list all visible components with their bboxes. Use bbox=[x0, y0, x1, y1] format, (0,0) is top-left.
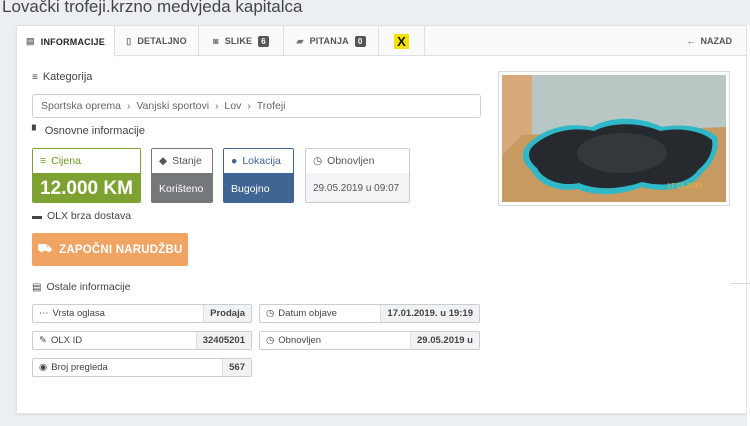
document-icon: ▯ bbox=[126, 35, 132, 46]
listing-photo[interactable]: 17 01 2019 bbox=[498, 71, 730, 206]
condition-box: ◆ Stanje Korišteno bbox=[151, 148, 213, 203]
tab-label: SLIKE bbox=[224, 36, 253, 46]
ad-type-row: ⋯ Vrsta oglasa Prodaja bbox=[32, 304, 252, 323]
start-order-button[interactable]: ⛟ ZAPOČNI NARUDŽBU bbox=[32, 233, 188, 266]
breadcrumb-item[interactable]: Sportska oprema bbox=[41, 100, 121, 112]
menu-icon: ≡ bbox=[32, 71, 38, 83]
price-value: 12.000 KM bbox=[33, 173, 140, 202]
money-icon: ≡ bbox=[40, 155, 47, 167]
clock-icon: ◷ bbox=[266, 308, 275, 319]
tag-icon: ◆ bbox=[159, 155, 168, 167]
tab-detaljno[interactable]: ▯ DETALJNO bbox=[115, 26, 199, 56]
breadcrumb-item[interactable]: Trofeji bbox=[257, 100, 286, 112]
condition-label: Stanje bbox=[172, 155, 202, 167]
ad-type-value: Prodaja bbox=[203, 305, 251, 322]
category-heading-label: Kategorija bbox=[42, 71, 93, 83]
ad-type-label: Vrsta oglasa bbox=[52, 308, 105, 319]
breadcrumb: Sportska oprema › Vanjski sportovi › Lov… bbox=[32, 94, 481, 118]
location-box: ● Lokacija Bugojno bbox=[223, 148, 294, 203]
dots-icon: ⋯ bbox=[39, 308, 49, 319]
condition-value: Korišteno bbox=[152, 173, 212, 202]
published-row: ◷ Datum objave 17.01.2019. u 19:19 bbox=[259, 304, 480, 323]
tab-label: PITANJA bbox=[309, 36, 349, 46]
page-title: Lovački trofeji.krzno medvjeda kapitalca bbox=[2, 0, 303, 16]
breadcrumb-item[interactable]: Vanjski sportovi bbox=[136, 100, 209, 112]
map-pin-icon: ● bbox=[231, 155, 238, 167]
price-label: Cijena bbox=[51, 155, 81, 167]
location-value: Bugojno bbox=[224, 173, 293, 202]
category-heading: ≡ Kategorija bbox=[32, 71, 92, 83]
other-info-heading: ▤ Ostale informacije bbox=[32, 281, 130, 293]
clock-icon: ◷ bbox=[266, 335, 275, 346]
tab-informacije[interactable]: ▤ INFORMACIJE bbox=[17, 26, 115, 57]
eye-icon: ◉ bbox=[39, 362, 48, 373]
camera-icon: ◙ bbox=[213, 36, 219, 46]
basic-info-heading: ▘ Osnovne informacije bbox=[32, 125, 145, 137]
file-icon: ▘ bbox=[32, 125, 40, 137]
divider bbox=[730, 283, 750, 284]
updated-header: ◷ Obnovljen bbox=[306, 149, 409, 173]
basic-info-heading-label: Osnovne informacije bbox=[44, 125, 145, 137]
location-header: ● Lokacija bbox=[224, 149, 293, 173]
tab-bar: ▤ INFORMACIJE ▯ DETALJNO ◙ SLIKE 6 ▰ PIT… bbox=[17, 26, 746, 57]
photo-date-stamp: 17 01 2019 bbox=[667, 183, 702, 190]
list-icon: ▤ bbox=[32, 281, 42, 293]
views-label: Broj pregleda bbox=[51, 362, 108, 373]
arrow-left-icon: ← bbox=[686, 36, 696, 46]
question-count-badge: 0 bbox=[354, 35, 366, 47]
delivery-heading: ▬ OLX brza dostava bbox=[32, 210, 131, 222]
updated2-label: Obnovljen bbox=[278, 335, 322, 346]
updated-label: Obnovljen bbox=[327, 155, 375, 167]
tab-label: INFORMACIJE bbox=[40, 36, 105, 47]
bear-skin-image: 17 01 2019 bbox=[502, 75, 726, 202]
breadcrumb-item[interactable]: Lov bbox=[224, 100, 241, 112]
cart-icon: ⛟ bbox=[37, 243, 53, 255]
start-order-label: ZAPOČNI NARUDŽBU bbox=[59, 243, 183, 256]
tab-bank[interactable]: X bbox=[379, 26, 425, 56]
published-label: Datum objave bbox=[278, 308, 337, 319]
other-info-heading-label: Ostale informacije bbox=[46, 281, 131, 293]
olx-id-label: OLX ID bbox=[50, 335, 83, 346]
tab-slike[interactable]: ◙ SLIKE 6 bbox=[199, 26, 284, 56]
price-header: ≡ Cijena bbox=[33, 149, 140, 173]
photo-count-badge: 6 bbox=[258, 35, 269, 47]
updated-value: 29.05.2019 u 09:07 bbox=[306, 173, 409, 202]
back-button[interactable]: ← NAZAD bbox=[687, 26, 733, 56]
truck-icon: ▬ bbox=[32, 210, 42, 222]
chat-icon: ▰ bbox=[296, 35, 304, 46]
olx-id-value: 32405201 bbox=[195, 332, 251, 349]
delivery-label: OLX brza dostava bbox=[47, 210, 132, 222]
olx-id-row: ✎ OLX ID 32405201 bbox=[32, 331, 252, 350]
updated2-value: 29.05.2019 u bbox=[410, 332, 479, 349]
id-card-icon: ▤ bbox=[26, 36, 35, 46]
views-value: 567 bbox=[222, 359, 251, 376]
chevron-right-icon: › bbox=[126, 100, 131, 112]
condition-header: ◆ Stanje bbox=[152, 149, 212, 173]
published-value: 17.01.2019. u 19:19 bbox=[380, 305, 479, 322]
tab-pitanja[interactable]: ▰ PITANJA 0 bbox=[284, 26, 379, 56]
wrench-icon: ✎ bbox=[39, 335, 47, 346]
listing-card: ▤ INFORMACIJE ▯ DETALJNO ◙ SLIKE 6 ▰ PIT… bbox=[16, 25, 747, 414]
price-box: ≡ Cijena 12.000 KM bbox=[32, 148, 141, 203]
clock-icon: ◷ bbox=[313, 155, 323, 167]
chevron-right-icon: › bbox=[247, 100, 251, 112]
views-row: ◉ Broj pregleda 567 bbox=[32, 358, 252, 377]
location-label: Lokacija bbox=[242, 155, 281, 167]
tab-label: DETALJNO bbox=[137, 36, 187, 46]
chevron-right-icon: › bbox=[215, 100, 219, 112]
updated-box: ◷ Obnovljen 29.05.2019 u 09:07 bbox=[305, 148, 410, 203]
updated-row: ◷ Obnovljen 29.05.2019 u bbox=[259, 331, 480, 350]
back-label: NAZAD bbox=[700, 36, 733, 46]
bank-logo: X bbox=[394, 33, 409, 49]
